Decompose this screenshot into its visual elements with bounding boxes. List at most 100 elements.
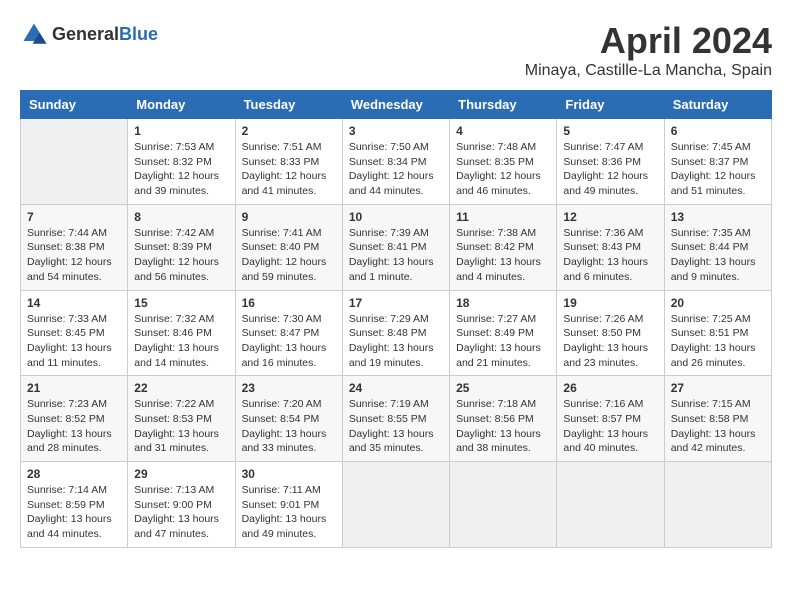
calendar-cell <box>664 462 771 548</box>
cell-content: Sunrise: 7:23 AM Sunset: 8:52 PM Dayligh… <box>27 397 121 456</box>
cell-content: Sunrise: 7:29 AM Sunset: 8:48 PM Dayligh… <box>349 312 443 371</box>
calendar-cell: 23Sunrise: 7:20 AM Sunset: 8:54 PM Dayli… <box>235 376 342 462</box>
day-number: 30 <box>242 467 336 481</box>
day-number: 27 <box>671 381 765 395</box>
calendar-cell: 22Sunrise: 7:22 AM Sunset: 8:53 PM Dayli… <box>128 376 235 462</box>
cell-content: Sunrise: 7:16 AM Sunset: 8:57 PM Dayligh… <box>563 397 657 456</box>
calendar-week-row: 21Sunrise: 7:23 AM Sunset: 8:52 PM Dayli… <box>21 376 772 462</box>
day-number: 13 <box>671 210 765 224</box>
calendar-cell: 8 Sunrise: 7:42 AM Sunset: 8:39 PM Daylig… <box>128 204 235 290</box>
calendar-cell: 12Sunrise: 7:36 AM Sunset: 8:43 PM Dayli… <box>557 204 664 290</box>
cell-content: Sunrise: 7:35 AM Sunset: 8:44 PM Dayligh… <box>671 226 765 285</box>
day-number: 4 <box>456 124 550 138</box>
cell-content: Sunrise: 7:25 AM Sunset: 8:51 PM Dayligh… <box>671 312 765 371</box>
calendar-cell: 15Sunrise: 7:32 AM Sunset: 8:46 PM Dayli… <box>128 290 235 376</box>
cell-content: Sunrise: 7:45 AM Sunset: 8:37 PM Dayligh… <box>671 140 765 199</box>
calendar-cell: 21Sunrise: 7:23 AM Sunset: 8:52 PM Dayli… <box>21 376 128 462</box>
cell-content: Sunrise: 7:36 AM Sunset: 8:43 PM Dayligh… <box>563 226 657 285</box>
cell-content: Sunrise: 7:44 AM Sunset: 8:38 PM Dayligh… <box>27 226 121 285</box>
weekday-header: Sunday <box>21 91 128 119</box>
cell-content: Sunrise: 7:39 AM Sunset: 8:41 PM Dayligh… <box>349 226 443 285</box>
calendar-cell: 3Sunrise: 7:50 AM Sunset: 8:34 PM Daylig… <box>342 119 449 205</box>
day-number: 7 <box>27 210 121 224</box>
cell-content: Sunrise: 7:15 AM Sunset: 8:58 PM Dayligh… <box>671 397 765 456</box>
cell-content: Sunrise: 7:30 AM Sunset: 8:47 PM Dayligh… <box>242 312 336 371</box>
calendar-week-row: 14 Sunrise: 7:33 AM Sunset: 8:45 PM Dayli… <box>21 290 772 376</box>
calendar-week-row: 28 Sunrise: 7:14 AM Sunset: 8:59 PM Dayli… <box>21 462 772 548</box>
day-number: 11 <box>456 210 550 224</box>
logo-blue: Blue <box>119 24 158 44</box>
calendar-week-row: 1 Sunrise: 7:53 AM Sunset: 8:32 PM Daylig… <box>21 119 772 205</box>
calendar-cell: 11Sunrise: 7:38 AM Sunset: 8:42 PM Dayli… <box>450 204 557 290</box>
day-number: 16 <box>242 296 336 310</box>
calendar-cell: 30 Sunrise: 7:11 AM Sunset: 9:01 PM Dayli… <box>235 462 342 548</box>
cell-content: Sunrise: 7:51 AM Sunset: 8:33 PM Dayligh… <box>242 140 336 199</box>
day-number: 28 <box>27 467 121 481</box>
weekday-header: Tuesday <box>235 91 342 119</box>
cell-content: Sunrise: 7:26 AM Sunset: 8:50 PM Dayligh… <box>563 312 657 371</box>
day-number: 9 <box>242 210 336 224</box>
day-number: 15 <box>134 296 228 310</box>
calendar-cell <box>557 462 664 548</box>
calendar-cell: 13 Sunrise: 7:35 AM Sunset: 8:44 PM Dayli… <box>664 204 771 290</box>
calendar-cell: 26 Sunrise: 7:16 AM Sunset: 8:57 PM Dayli… <box>557 376 664 462</box>
calendar-cell: 14 Sunrise: 7:33 AM Sunset: 8:45 PM Dayli… <box>21 290 128 376</box>
cell-content: Sunrise: 7:42 AM Sunset: 8:39 PM Dayligh… <box>134 226 228 285</box>
header: GeneralBlue April 2024 Minaya, Castille-… <box>20 20 772 80</box>
calendar-cell: 4 Sunrise: 7:48 AM Sunset: 8:35 PM Daylig… <box>450 119 557 205</box>
weekday-header: Saturday <box>664 91 771 119</box>
calendar-cell: 18Sunrise: 7:27 AM Sunset: 8:49 PM Dayli… <box>450 290 557 376</box>
logo-general: General <box>52 24 119 44</box>
day-number: 24 <box>349 381 443 395</box>
cell-content: Sunrise: 7:33 AM Sunset: 8:45 PM Dayligh… <box>27 312 121 371</box>
day-number: 25 <box>456 381 550 395</box>
calendar-cell: 24 Sunrise: 7:19 AM Sunset: 8:55 PM Dayli… <box>342 376 449 462</box>
calendar-week-row: 7 Sunrise: 7:44 AM Sunset: 8:38 PM Daylig… <box>21 204 772 290</box>
day-number: 8 <box>134 210 228 224</box>
calendar-table: SundayMondayTuesdayWednesdayThursdayFrid… <box>20 90 772 548</box>
logo-icon <box>20 20 48 48</box>
calendar-cell: 19 Sunrise: 7:26 AM Sunset: 8:50 PM Dayli… <box>557 290 664 376</box>
weekday-header: Monday <box>128 91 235 119</box>
day-number: 2 <box>242 124 336 138</box>
calendar-cell <box>21 119 128 205</box>
weekday-header-row: SundayMondayTuesdayWednesdayThursdayFrid… <box>21 91 772 119</box>
day-number: 19 <box>563 296 657 310</box>
calendar-cell: 16 Sunrise: 7:30 AM Sunset: 8:47 PM Dayli… <box>235 290 342 376</box>
calendar-cell: 1 Sunrise: 7:53 AM Sunset: 8:32 PM Daylig… <box>128 119 235 205</box>
cell-content: Sunrise: 7:14 AM Sunset: 8:59 PM Dayligh… <box>27 483 121 542</box>
calendar-cell <box>450 462 557 548</box>
calendar-cell: 27 Sunrise: 7:15 AM Sunset: 8:58 PM Dayli… <box>664 376 771 462</box>
calendar-cell: 10Sunrise: 7:39 AM Sunset: 8:41 PM Dayli… <box>342 204 449 290</box>
weekday-header: Friday <box>557 91 664 119</box>
weekday-header: Wednesday <box>342 91 449 119</box>
calendar-cell <box>342 462 449 548</box>
calendar-cell: 20Sunrise: 7:25 AM Sunset: 8:51 PM Dayli… <box>664 290 771 376</box>
day-number: 1 <box>134 124 228 138</box>
calendar-cell: 9 Sunrise: 7:41 AM Sunset: 8:40 PM Daylig… <box>235 204 342 290</box>
day-number: 29 <box>134 467 228 481</box>
cell-content: Sunrise: 7:48 AM Sunset: 8:35 PM Dayligh… <box>456 140 550 199</box>
calendar-cell: 6 Sunrise: 7:45 AM Sunset: 8:37 PM Daylig… <box>664 119 771 205</box>
day-number: 6 <box>671 124 765 138</box>
cell-content: Sunrise: 7:53 AM Sunset: 8:32 PM Dayligh… <box>134 140 228 199</box>
cell-content: Sunrise: 7:19 AM Sunset: 8:55 PM Dayligh… <box>349 397 443 456</box>
cell-content: Sunrise: 7:41 AM Sunset: 8:40 PM Dayligh… <box>242 226 336 285</box>
logo-text: GeneralBlue <box>52 24 158 45</box>
calendar-cell: 25 Sunrise: 7:18 AM Sunset: 8:56 PM Dayli… <box>450 376 557 462</box>
calendar-cell: 7 Sunrise: 7:44 AM Sunset: 8:38 PM Daylig… <box>21 204 128 290</box>
cell-content: Sunrise: 7:11 AM Sunset: 9:01 PM Dayligh… <box>242 483 336 542</box>
weekday-header: Thursday <box>450 91 557 119</box>
day-number: 26 <box>563 381 657 395</box>
cell-content: Sunrise: 7:18 AM Sunset: 8:56 PM Dayligh… <box>456 397 550 456</box>
cell-content: Sunrise: 7:50 AM Sunset: 8:34 PM Dayligh… <box>349 140 443 199</box>
day-number: 17 <box>349 296 443 310</box>
cell-content: Sunrise: 7:27 AM Sunset: 8:49 PM Dayligh… <box>456 312 550 371</box>
calendar-cell: 29 Sunrise: 7:13 AM Sunset: 9:00 PM Dayli… <box>128 462 235 548</box>
cell-content: Sunrise: 7:13 AM Sunset: 9:00 PM Dayligh… <box>134 483 228 542</box>
month-title: April 2024 <box>525 20 772 62</box>
cell-content: Sunrise: 7:20 AM Sunset: 8:54 PM Dayligh… <box>242 397 336 456</box>
day-number: 14 <box>27 296 121 310</box>
calendar-cell: 28 Sunrise: 7:14 AM Sunset: 8:59 PM Dayli… <box>21 462 128 548</box>
calendar-cell: 5Sunrise: 7:47 AM Sunset: 8:36 PM Daylig… <box>557 119 664 205</box>
